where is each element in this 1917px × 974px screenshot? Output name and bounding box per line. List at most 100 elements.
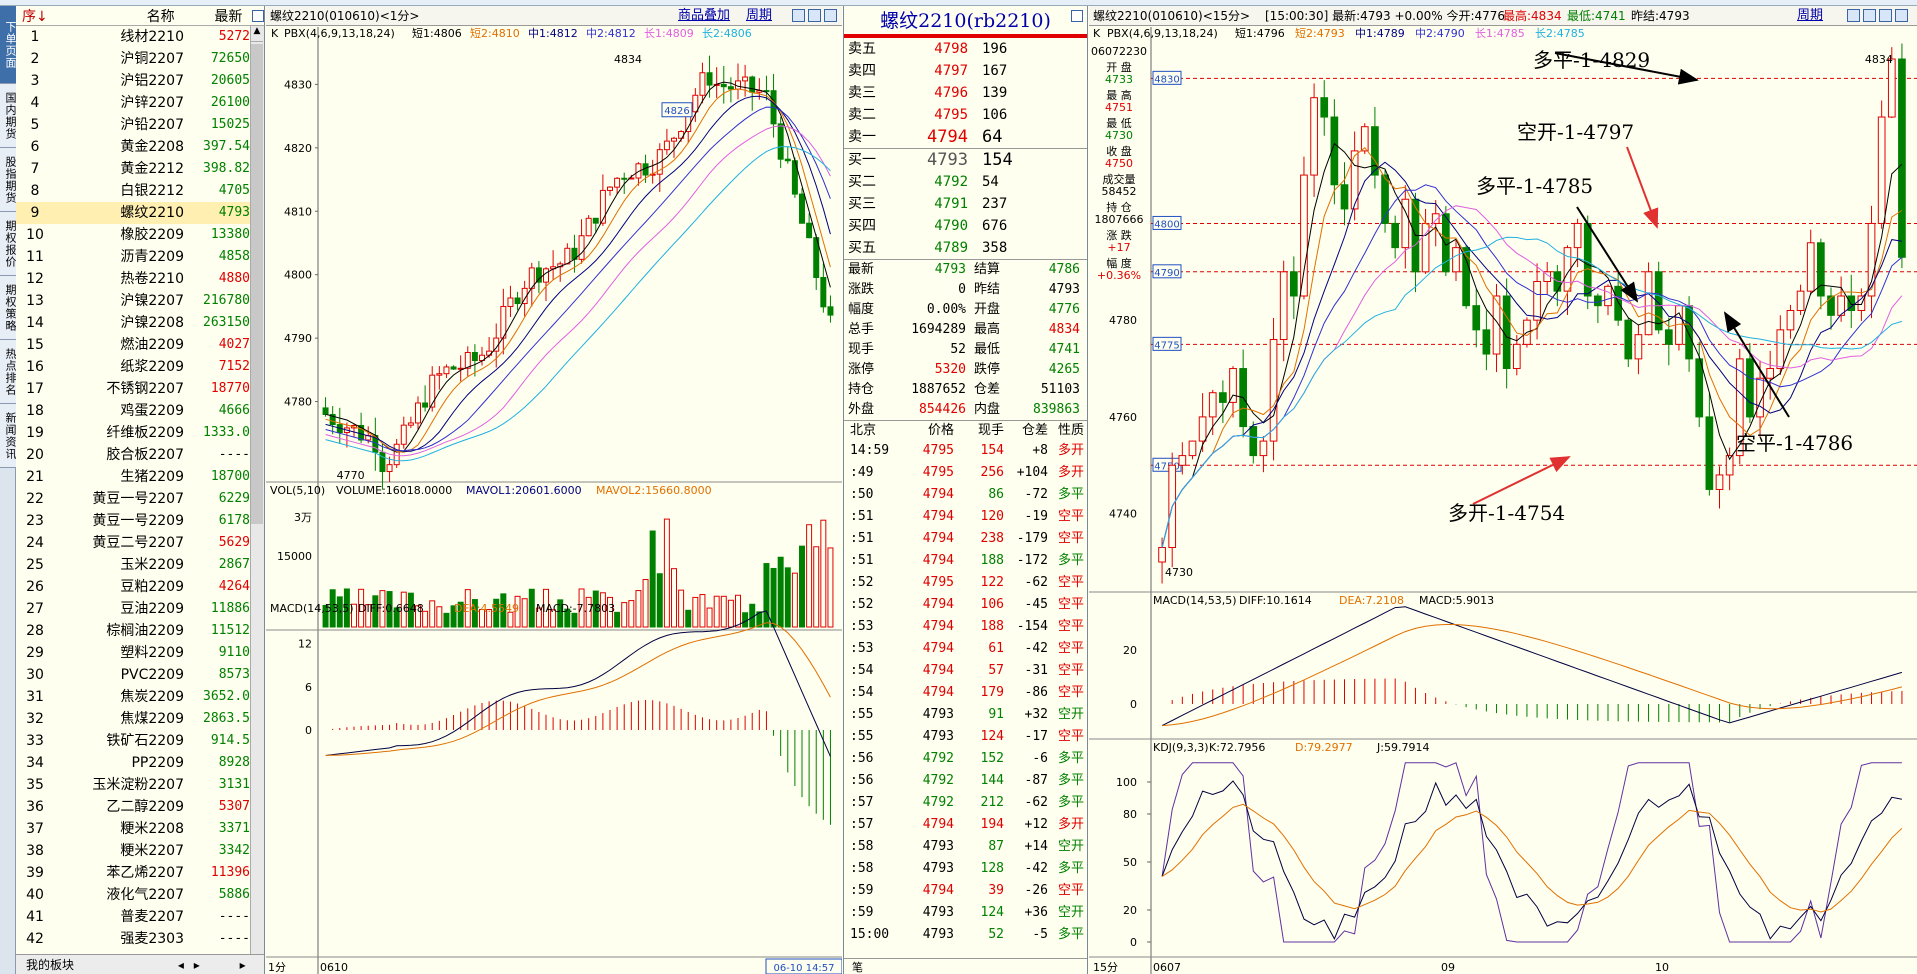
left-close-icon[interactable] (824, 9, 837, 22)
watchlist-row[interactable]: 40 液化气2207 5886 (16, 884, 264, 906)
tick-list[interactable]: 14:59 4795 154 +8 多开:49 4795 256 +104 多开:50 4794 8… (844, 440, 1087, 946)
ask-level[interactable]: 卖一 4794 64 (844, 126, 1087, 148)
watchlist-row[interactable]: 41 普麦2207 ---- (16, 906, 264, 928)
left-period-button[interactable]: 周期 (746, 6, 772, 25)
tick-row[interactable]: :59 4794 39 -26 空平 (844, 880, 1087, 902)
tick-row[interactable]: :54 4794 179 -86 空平 (844, 682, 1087, 704)
vtab-1[interactable]: 国内期货 (0, 84, 17, 148)
tick-row[interactable]: :58 4793 128 -42 多平 (844, 858, 1087, 880)
my-sector-tab[interactable]: 我的板块 (26, 958, 74, 972)
ask-level[interactable]: 卖三 4796 139 (844, 82, 1087, 104)
watchlist-row[interactable]: 28 棕榈油2209 11512 (16, 620, 264, 642)
watchlist-row[interactable]: 33 铁矿石2209 914.5 (16, 730, 264, 752)
watchlist-row[interactable]: 27 豆油2209 11886 (16, 598, 264, 620)
bid-level[interactable]: 买五 4789 358 (844, 237, 1087, 259)
vtab-6[interactable]: 新闻资讯 (0, 404, 17, 468)
watchlist-row[interactable]: 36 乙二醇2209 5307 (16, 796, 264, 818)
ask-level[interactable]: 卖二 4795 106 (844, 104, 1087, 126)
right-extra-icon[interactable] (1895, 9, 1908, 22)
watchlist-row[interactable]: 18 鸡蛋2209 4666 (16, 400, 264, 422)
ask-level[interactable]: 卖五 4798 196 (844, 38, 1087, 60)
tick-row[interactable]: :52 4794 106 -45 空平 (844, 594, 1087, 616)
watchlist-row[interactable]: 7 黄金2212 398.82 (16, 158, 264, 180)
watchlist-row[interactable]: 25 玉米2209 2867 (16, 554, 264, 576)
watchlist-row[interactable]: 37 粳米2208 3371 (16, 818, 264, 840)
watchlist-row[interactable]: 22 黄豆一号2207 6229 (16, 488, 264, 510)
watchlist-row[interactable]: 2 沪铜2207 72650 (16, 48, 264, 70)
watchlist-row[interactable]: 9 螺纹2210 4793 (16, 202, 264, 224)
vtab-4[interactable]: 期权策略 (0, 276, 17, 340)
tick-row[interactable]: :58 4793 87 +14 空开 (844, 836, 1087, 858)
tick-row[interactable]: :55 4793 91 +32 空开 (844, 704, 1087, 726)
tick-row[interactable]: :53 4794 61 -42 空平 (844, 638, 1087, 660)
scroll-left-icon[interactable]: ◂ (178, 958, 184, 972)
tick-row[interactable]: :56 4792 144 -87 多平 (844, 770, 1087, 792)
left-maximize-icon[interactable] (808, 9, 821, 22)
watchlist-row[interactable]: 35 玉米淀粉2207 3131 (16, 774, 264, 796)
watchlist-row[interactable]: 31 焦炭2209 3652.0 (16, 686, 264, 708)
watchlist-row[interactable]: 11 沥青2209 4858 (16, 246, 264, 268)
scroll-thumb[interactable] (251, 44, 263, 524)
watchlist-row[interactable]: 17 不锈钢2207 18770 (16, 378, 264, 400)
bid-level[interactable]: 买四 4790 676 (844, 215, 1087, 237)
bid-level[interactable]: 买三 4791 237 (844, 193, 1087, 215)
tick-row[interactable]: :59 4793 124 +36 空开 (844, 902, 1087, 924)
col-index-header[interactable]: 序↓ (16, 6, 49, 26)
tick-row[interactable]: :57 4792 212 -62 多平 (844, 792, 1087, 814)
tick-row[interactable]: :55 4793 124 -17 空平 (844, 726, 1087, 748)
watchlist-row[interactable]: 19 纤维板2209 1333.0 (16, 422, 264, 444)
watchlist-row[interactable]: 30 PVC2209 8573 (16, 664, 264, 686)
watchlist-row[interactable]: 39 苯乙烯2207 11396 (16, 862, 264, 884)
watchlist-row[interactable]: 6 黄金2208 397.54 (16, 136, 264, 158)
bid-level[interactable]: 买一 4793 154 (844, 149, 1087, 171)
tick-row[interactable]: :51 4794 188 -172 多平 (844, 550, 1087, 572)
watchlist-scrollbar[interactable]: ▲ (250, 26, 264, 956)
watchlist-row[interactable]: 12 热卷2210 4880 (16, 268, 264, 290)
tick-row[interactable]: :57 4794 194 +12 多开 (844, 814, 1087, 836)
ask-level[interactable]: 卖四 4797 167 (844, 60, 1087, 82)
watchlist-row[interactable]: 15 燃油2209 4027 (16, 334, 264, 356)
watchlist-row[interactable]: 16 纸浆2209 7152 (16, 356, 264, 378)
watchlist-row[interactable]: 20 胶合板2207 ---- (16, 444, 264, 466)
watchlist-row[interactable]: 13 沪镍2207 216780 (16, 290, 264, 312)
watchlist-row[interactable]: 10 橡胶2209 13380 (16, 224, 264, 246)
col-name-header[interactable]: 名称 (49, 6, 179, 26)
scroll-right-icon[interactable]: ▸ (194, 958, 200, 972)
tick-row[interactable]: :50 4794 86 -72 多平 (844, 484, 1087, 506)
watchlist-row[interactable]: 42 强麦2303 ---- (16, 928, 264, 950)
tick-row[interactable]: :51 4794 120 -19 空平 (844, 506, 1087, 528)
tick-row[interactable]: :51 4794 238 -179 空平 (844, 528, 1087, 550)
watchlist-row[interactable]: 23 黄豆一号2209 6178 (16, 510, 264, 532)
tick-row[interactable]: :53 4794 188 -154 空平 (844, 616, 1087, 638)
commodity-overlay-button[interactable]: 商品叠加 (678, 6, 730, 25)
right-period-button[interactable]: 周期 (1797, 6, 1823, 25)
vtab-2[interactable]: 股指期货 (0, 148, 17, 212)
watchlist-row[interactable]: 8 白银2212 4705 (16, 180, 264, 202)
right-close-icon[interactable] (1879, 9, 1892, 22)
watchlist-row[interactable]: 14 沪镍2208 263150 (16, 312, 264, 334)
bid-level[interactable]: 买二 4792 54 (844, 171, 1087, 193)
watchlist-row[interactable]: 5 沪铅2207 15025 (16, 114, 264, 136)
right-restore-icon[interactable] (1847, 9, 1860, 22)
panel-toggle-icon[interactable] (252, 9, 265, 22)
watchlist-row[interactable]: 32 焦煤2209 2863.5 (16, 708, 264, 730)
tick-row[interactable]: 15:00 4793 52 -5 多平 (844, 924, 1087, 946)
tick-row[interactable]: :54 4794 57 -31 空平 (844, 660, 1087, 682)
watchlist-row[interactable]: 29 塑料2209 9110 (16, 642, 264, 664)
tick-row[interactable]: :52 4795 122 -62 空平 (844, 572, 1087, 594)
vtab-3[interactable]: 期权报价 (0, 212, 17, 276)
watchlist-row[interactable]: 4 沪锌2207 26100 (16, 92, 264, 114)
tick-row[interactable]: 14:59 4795 154 +8 多开 (844, 440, 1087, 462)
tick-row[interactable]: :56 4792 152 -6 多平 (844, 748, 1087, 770)
left-restore-icon[interactable] (792, 9, 805, 22)
scroll-up-icon[interactable]: ▲ (251, 26, 263, 42)
left-kline-chart[interactable]: K PBX(4,6,9,13,18,24) 短1:4806 短2:4810 中1:481… (266, 26, 843, 974)
watchlist-row[interactable]: 38 粳米2207 3342 (16, 840, 264, 862)
vtab-0[interactable]: 下单页面 (0, 6, 17, 84)
watchlist-row[interactable]: 21 生猪2209 18700 (16, 466, 264, 488)
vtab-5[interactable]: 热点排名 (0, 340, 17, 404)
scroll-right-end-icon[interactable]: ▸ (240, 958, 246, 972)
watchlist-row[interactable]: 1 线材2210 5272 (16, 26, 264, 48)
watchlist-row[interactable]: 26 豆粕2209 4264 (16, 576, 264, 598)
right-maximize-icon[interactable] (1863, 9, 1876, 22)
